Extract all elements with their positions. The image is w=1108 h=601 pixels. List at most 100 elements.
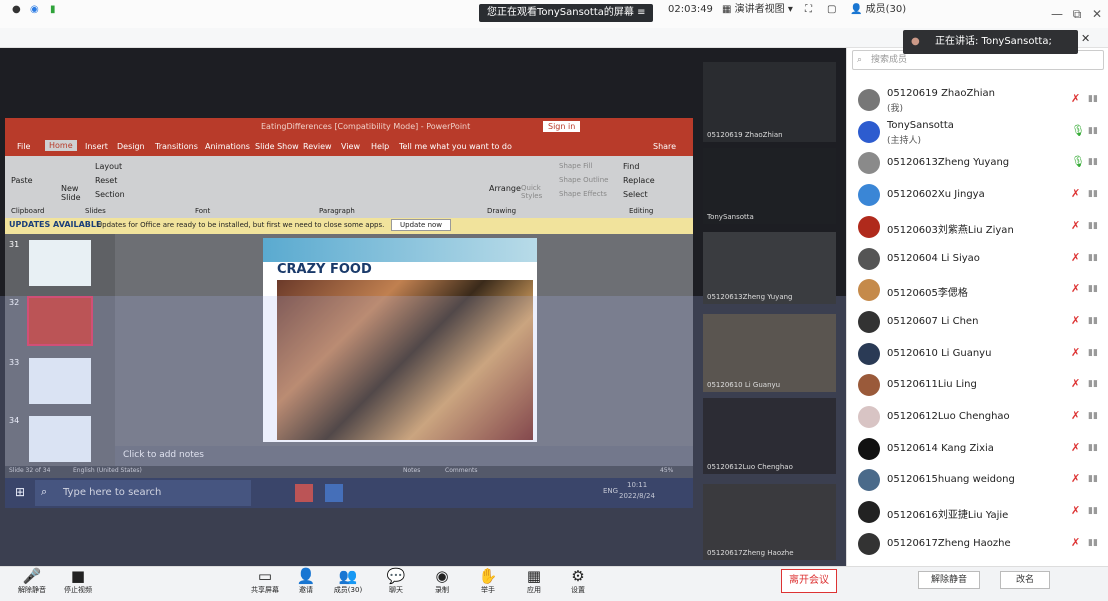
current-slide[interactable]: CRAZY FOOD bbox=[263, 238, 537, 442]
notes-pane[interactable]: Click to add notes bbox=[115, 446, 693, 466]
ppt-layout-button[interactable]: Layout bbox=[95, 162, 122, 171]
fullscreen-icon[interactable]: ⛶ bbox=[805, 0, 812, 20]
menu-icon[interactable]: ≡ bbox=[637, 7, 645, 18]
control-button[interactable]: 🎤 解除静音 bbox=[12, 567, 52, 601]
taskbar-search[interactable]: ⌕ Type here to search bbox=[35, 480, 251, 506]
mic-muted-icon[interactable]: ✗ bbox=[1071, 504, 1080, 517]
restore-button[interactable]: ⧉ bbox=[1068, 6, 1086, 22]
video-off-icon[interactable]: ▮▮ bbox=[1088, 506, 1098, 516]
ppt-signin-button[interactable]: Sign in bbox=[543, 121, 581, 132]
mic-muted-icon[interactable]: ✗ bbox=[1071, 92, 1080, 105]
notes-toggle[interactable]: Notes bbox=[403, 467, 420, 474]
mic-muted-icon[interactable]: ✗ bbox=[1071, 346, 1080, 359]
video-tile[interactable]: 05120619 ZhaoZhian bbox=[703, 62, 836, 142]
ppt-reset-button[interactable]: Reset bbox=[95, 176, 117, 185]
mic-muted-icon[interactable]: ✗ bbox=[1071, 409, 1080, 422]
mic-muted-icon[interactable]: ✗ bbox=[1071, 441, 1080, 454]
ppt-arrange-button[interactable]: Arrange bbox=[489, 184, 521, 193]
video-off-icon[interactable]: ▮▮ bbox=[1088, 443, 1098, 453]
ppt-tab-help[interactable]: Help bbox=[371, 142, 389, 151]
control-button[interactable]: ▭ 共享屏幕 bbox=[245, 567, 285, 601]
control-button[interactable]: ◉ 录制 bbox=[422, 567, 462, 601]
slide-thumb-32[interactable] bbox=[27, 296, 93, 346]
ppt-section-button[interactable]: Section bbox=[95, 190, 125, 199]
control-button[interactable]: ⚙ 设置 bbox=[558, 567, 598, 601]
word-taskbar-icon[interactable] bbox=[325, 484, 343, 502]
video-off-icon[interactable]: ▮▮ bbox=[1088, 538, 1098, 548]
ppt-paste-button[interactable]: Paste bbox=[11, 176, 33, 185]
control-button[interactable]: 💬 聊天 bbox=[376, 567, 416, 601]
mute-all-button[interactable]: 解除静音 bbox=[918, 571, 980, 589]
close-panel-icon[interactable]: ✕ bbox=[1081, 32, 1090, 45]
ppt-tab-slideshow[interactable]: Slide Show bbox=[255, 142, 299, 151]
participant-row[interactable] bbox=[846, 116, 1108, 148]
video-off-icon[interactable]: ▮▮ bbox=[1088, 126, 1098, 136]
mic-muted-icon[interactable]: ✗ bbox=[1071, 314, 1080, 327]
video-off-icon[interactable]: ▮▮ bbox=[1088, 189, 1098, 199]
video-tile[interactable]: 05120613Zheng Yuyang bbox=[703, 232, 836, 304]
video-off-icon[interactable]: ▮▮ bbox=[1088, 157, 1098, 167]
ppt-new-slide-button[interactable]: New Slide bbox=[61, 184, 89, 202]
layout-icon[interactable]: ▢ bbox=[827, 0, 836, 20]
signal-icon[interactable]: ▮ bbox=[50, 0, 56, 20]
update-now-button[interactable]: Update now bbox=[391, 219, 452, 231]
ppt-replace-button[interactable]: Replace bbox=[623, 176, 655, 185]
control-button[interactable]: ▦ 应用 bbox=[514, 567, 554, 601]
shield-icon[interactable]: ◉ bbox=[30, 0, 39, 20]
video-off-icon[interactable]: ▮▮ bbox=[1088, 284, 1098, 294]
comments-toggle[interactable]: Comments bbox=[445, 467, 478, 474]
ppt-tab-view[interactable]: View bbox=[341, 142, 360, 151]
video-off-icon[interactable]: ▮▮ bbox=[1088, 221, 1098, 231]
ppt-shape-effects[interactable]: Shape Effects bbox=[559, 190, 607, 198]
video-off-icon[interactable]: ▮▮ bbox=[1088, 379, 1098, 389]
control-button[interactable]: ✋ 举手 bbox=[468, 567, 508, 601]
video-tile[interactable]: 05120610 Li Guanyu bbox=[703, 314, 836, 392]
ppt-shape-outline[interactable]: Shape Outline bbox=[559, 176, 608, 184]
rename-button[interactable]: 改名 bbox=[1000, 571, 1050, 589]
control-button[interactable]: ■ 停止视频 bbox=[58, 567, 98, 601]
ppt-tab-animations[interactable]: Animations bbox=[205, 142, 250, 151]
video-off-icon[interactable]: ▮▮ bbox=[1088, 474, 1098, 484]
mic-muted-icon[interactable]: 🎙 bbox=[1071, 155, 1085, 168]
video-tile[interactable]: TonySansotta bbox=[703, 148, 836, 224]
ppt-shape-fill[interactable]: Shape Fill bbox=[559, 162, 593, 170]
video-off-icon[interactable]: ▮▮ bbox=[1088, 411, 1098, 421]
speaker-view-button[interactable]: ▦ 演讲者视图 ▾ bbox=[722, 0, 793, 20]
mic-muted-icon[interactable]: 🎙 bbox=[1071, 124, 1085, 137]
ppt-tab-design[interactable]: Design bbox=[117, 142, 145, 151]
video-tile[interactable]: 05120612Luo Chenghao bbox=[703, 398, 836, 474]
participant-row[interactable] bbox=[846, 369, 1108, 401]
ppt-tab-transitions[interactable]: Transitions bbox=[155, 142, 198, 151]
info-icon[interactable]: ● bbox=[12, 0, 21, 20]
mic-muted-icon[interactable]: ✗ bbox=[1071, 377, 1080, 390]
ppt-find-button[interactable]: Find bbox=[623, 162, 639, 171]
ppt-tell-me[interactable]: Tell me what you want to do bbox=[399, 142, 512, 151]
ppt-share-button[interactable]: Share bbox=[653, 142, 676, 151]
mic-muted-icon[interactable]: ✗ bbox=[1071, 187, 1080, 200]
leave-meeting-button[interactable]: 离开会议 bbox=[781, 569, 837, 593]
video-off-icon[interactable]: ▮▮ bbox=[1088, 348, 1098, 358]
minimize-button[interactable]: — bbox=[1048, 6, 1066, 22]
screen-share-banner[interactable]: 您正在观看TonySansotta的屏幕 ≡ bbox=[479, 4, 654, 22]
ppt-quick-styles-button[interactable]: Quick Styles bbox=[521, 184, 547, 200]
powerpoint-taskbar-icon[interactable] bbox=[295, 484, 313, 502]
ppt-tab-review[interactable]: Review bbox=[303, 142, 332, 151]
mic-muted-icon[interactable]: ✗ bbox=[1071, 251, 1080, 264]
members-toggle[interactable]: 👤 成员(30) bbox=[850, 0, 906, 20]
ppt-tab-insert[interactable]: Insert bbox=[85, 142, 108, 151]
slide-thumb-31[interactable] bbox=[29, 240, 91, 286]
video-off-icon[interactable]: ▮▮ bbox=[1088, 316, 1098, 326]
windows-start-icon[interactable]: ⊞ bbox=[15, 485, 25, 499]
video-tile[interactable]: 05120617Zheng Haozhe bbox=[703, 484, 836, 560]
mic-muted-icon[interactable]: ✗ bbox=[1071, 219, 1080, 232]
zoom-level[interactable]: 45% bbox=[660, 467, 673, 474]
taskbar-language[interactable]: ENG bbox=[603, 487, 618, 495]
video-off-icon[interactable]: ▮▮ bbox=[1088, 253, 1098, 263]
mic-muted-icon[interactable]: ✗ bbox=[1071, 536, 1080, 549]
participant-row[interactable] bbox=[846, 274, 1108, 306]
mic-muted-icon[interactable]: ✗ bbox=[1071, 282, 1080, 295]
video-off-icon[interactable]: ▮▮ bbox=[1088, 94, 1098, 104]
slide-thumb-34[interactable] bbox=[29, 416, 91, 462]
mic-muted-icon[interactable]: ✗ bbox=[1071, 472, 1080, 485]
control-button[interactable]: 👤 邀请 bbox=[286, 567, 326, 601]
